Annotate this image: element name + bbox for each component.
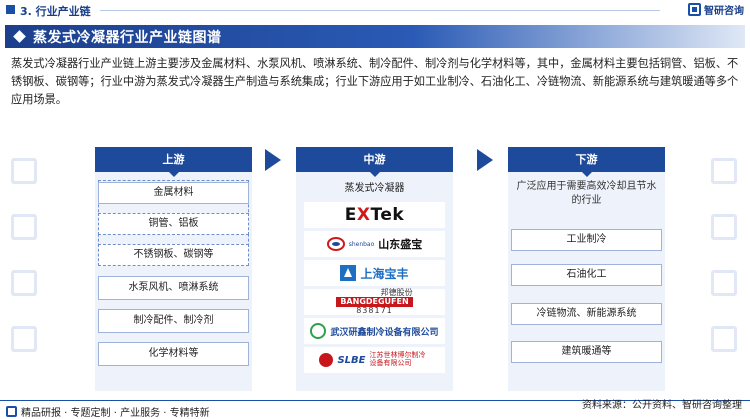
downstream-item: 工业制冷 [511,229,662,251]
baofeng-icon [340,265,357,281]
footer: 精品研报 · 专题定制 · 产业服务 · 专精特新 资料来源：公开资料、智研咨询… [0,400,750,419]
midstream-subtitle: 蒸发式冷凝器 [344,183,405,194]
exotek-logo: EXTek [304,202,445,228]
slbe-logo: SLBE 江苏世林博尔制冷设备有限公司 [304,347,445,373]
section-marker-icon [6,5,15,14]
source-note: 资料来源：公开资料、智研咨询整理 [582,400,742,411]
upstream-column: 上游 金属材料 铜管、铝板 不锈钢板、碳钢等 水泵风机、喷淋系统 制冷配件、制冷… [95,147,252,391]
brand-logo: 智研咨询 [688,2,744,17]
upstream-subitem: 不锈钢板、碳钢等 [98,244,249,266]
brand-logo-icon [688,3,701,16]
upstream-item: 金属材料 [98,182,249,204]
downstream-description: 广泛应用于需要高效冷却且节水的行业 [516,181,657,206]
shenbao-icon [326,237,345,251]
top-bar: 3. 行业产业链 智研咨询 [0,0,750,22]
downstream-header: 下游 [508,147,665,177]
downstream-column: 下游 广泛应用于需要高效冷却且节水的行业 工业制冷 石油化工 冷链物流、新能源系… [508,147,665,391]
footer-tagline: 精品研报 · 专题定制 · 产业服务 · 专精特新 [6,404,210,419]
upstream-item: 化学材料等 [98,342,249,366]
slbe-icon [319,353,334,367]
slbe-cn-name: 江苏世林博尔制冷设备有限公司 [369,351,426,367]
bangde-stock-code: 838171 [356,306,393,315]
bangde-logo: 邦德股份 BANGDEGUFEN 838171 [304,289,445,315]
shandong-shengbao-name: 山东盛宝 [378,238,423,251]
watermark-decoration-right [705,150,745,410]
upstream-subitem: 铜管、铝板 [98,213,249,235]
upstream-header: 上游 [95,147,252,177]
shenbao-en: shenbao [348,240,375,248]
shanghai-baofeng-logo: 上海宝丰 [304,260,445,286]
intro-paragraph: 蒸发式冷凝器行业产业链上游主要涉及金属材料、水泵风机、喷淋系统、制冷配件、制冷剂… [11,57,739,106]
midstream-header: 中游 [296,147,453,177]
shanghai-baofeng-name: 上海宝丰 [360,266,409,281]
shandong-shengbao-logo: shenbao 山东盛宝 [304,231,445,257]
wuhan-yanxin-logo: 武汉研鑫制冷设备有限公司 [304,318,445,344]
brand-name: 智研咨询 [704,6,744,17]
yanxin-icon [310,323,327,339]
downstream-item: 冷链物流、新能源系统 [511,303,662,325]
midstream-column: 中游 蒸发式冷凝器 EXTek shenbao 山东盛宝 上海宝丰 邦德股份 B… [296,147,453,391]
flow-arrow-icon [265,149,281,171]
watermark-decoration-left [5,150,45,410]
title-banner: 蒸发式冷凝器行业产业链图谱 [5,25,745,48]
header-rule [100,10,660,11]
downstream-item: 石油化工 [511,264,662,286]
footer-tagline-text: 精品研报 · 专题定制 · 产业服务 · 专精特新 [21,408,210,419]
diamond-icon [13,30,26,43]
page-title: 蒸发式冷凝器行业产业链图谱 [33,30,222,46]
exotek-logo-x: X [356,205,371,225]
upstream-item: 制冷配件、制冷剂 [98,309,249,333]
slbe-en-name: SLBE [337,354,366,366]
flow-arrow-icon [477,149,493,171]
wuhan-yanxin-name: 武汉研鑫制冷设备有限公司 [330,327,439,338]
bangde-cn-name: 邦德股份 [380,288,413,297]
upstream-item: 水泵风机、喷淋系统 [98,276,249,300]
exotek-logo-text: Tek [370,205,405,225]
brand-small-icon [6,406,17,417]
exotek-logo-letter: E [344,205,357,225]
downstream-item: 建筑暖通等 [511,341,662,363]
section-title: 3. 行业产业链 [20,5,91,18]
